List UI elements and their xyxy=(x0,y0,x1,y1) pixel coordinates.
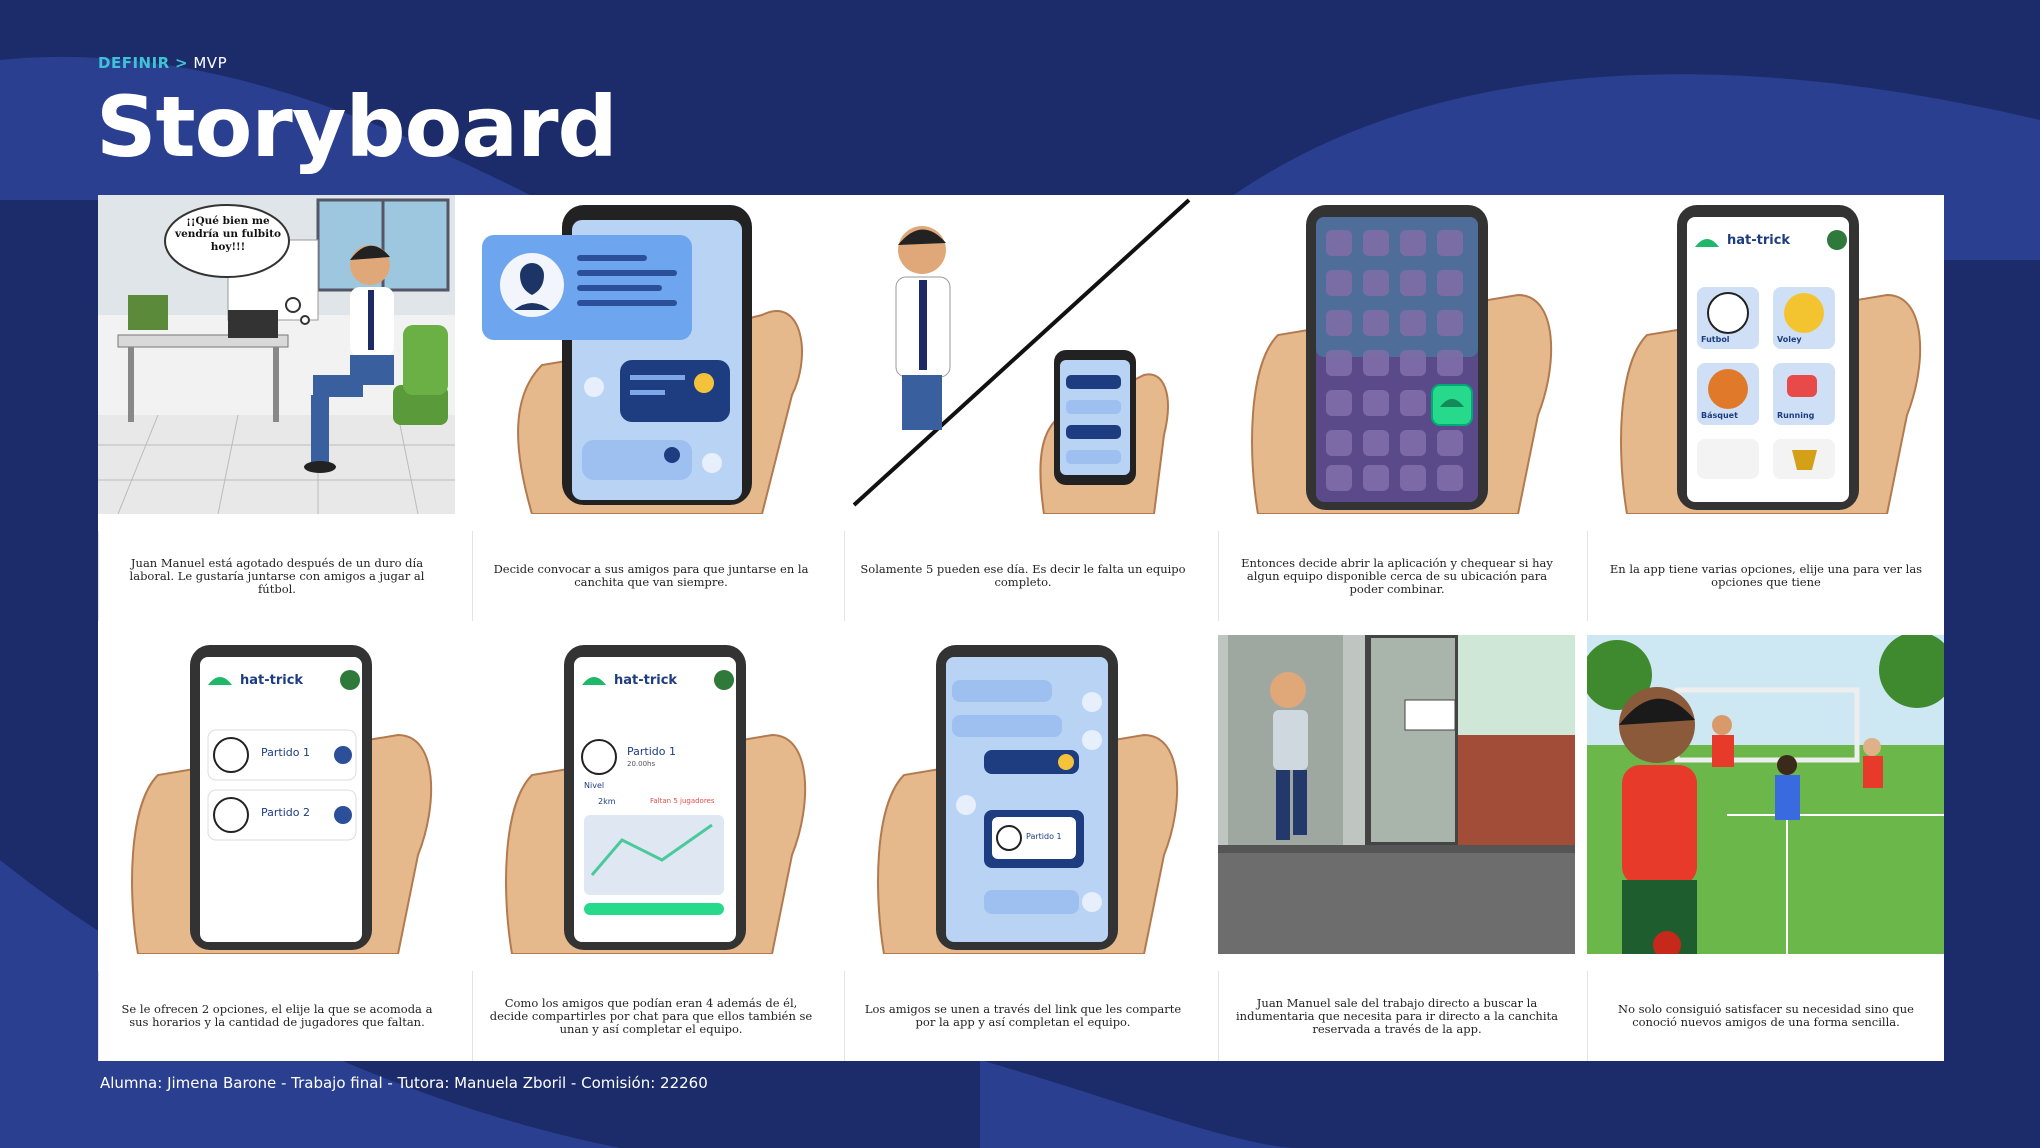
panel-2-caption-text: Decide convocar a sus amigos para que ju… xyxy=(493,562,809,589)
app-name-label: hat-trick xyxy=(1727,233,1791,248)
footer-credits: Alumna: Jimena Barone - Trabajo final - … xyxy=(100,1074,708,1092)
panel-6-caption-text: Se le ofrecen 2 opciones, el elije la qu… xyxy=(121,1002,433,1029)
panel-4-caption-text: Entonces decide abrir la aplicación y ch… xyxy=(1241,555,1553,596)
panel-10-illustration xyxy=(1587,635,1944,954)
panel-8-illustration xyxy=(844,635,1201,954)
match-option-1[interactable]: Partido 1 xyxy=(261,746,310,759)
breadcrumb-section[interactable]: DEFINIR xyxy=(98,54,170,72)
panel-3 xyxy=(844,195,1201,514)
thought-bubble-text: ¡¡Qué bien me vendría un fulbito hoy!!! xyxy=(175,215,281,253)
option-basquet[interactable]: Básquet xyxy=(1701,411,1738,420)
panel-2-illustration xyxy=(472,195,829,514)
panel-5-caption: En la app tiene varias opciones, elije u… xyxy=(1587,531,1944,621)
panel-8: Partido 1 xyxy=(844,635,1201,954)
match-title: Partido 1 xyxy=(627,745,676,758)
app-name-label: hat-trick xyxy=(240,673,304,688)
page-title: Storyboard xyxy=(96,78,618,176)
panel-4-illustration xyxy=(1218,195,1575,514)
panel-1: ¡¡Qué bien me vendría un fulbito hoy!!! xyxy=(98,195,455,514)
breadcrumb-separator: > xyxy=(175,54,189,72)
panel-10-caption-text: No solo consiguió satisfacer su necesida… xyxy=(1618,1002,1914,1029)
panel-9-caption-text: Juan Manuel sale del trabajo directo a b… xyxy=(1236,995,1558,1036)
distance-label: 2km xyxy=(598,797,616,806)
panel-5: hat-trick Futbol Voley Básquet Running xyxy=(1587,195,1944,514)
panel-7: hat-trick Partido 1 20.00hs Nivel 2km Fa… xyxy=(472,635,829,954)
panel-4-caption: Entonces decide abrir la aplicación y ch… xyxy=(1218,531,1575,621)
option-futbol[interactable]: Futbol xyxy=(1701,335,1730,344)
panel-7-caption-text: Como los amigos que podían eran 4 además… xyxy=(489,995,813,1036)
thought-bubble: ¡¡Qué bien me vendría un fulbito hoy!!! xyxy=(173,215,283,254)
panel-6-caption: Se le ofrecen 2 opciones, el elije la qu… xyxy=(98,971,455,1061)
match-time: 20.00hs xyxy=(627,760,656,768)
panel-3-caption-text: Solamente 5 pueden ese día. Es decir le … xyxy=(860,562,1186,589)
panel-3-illustration xyxy=(844,195,1201,514)
panel-2-caption: Decide convocar a sus amigos para que ju… xyxy=(472,531,829,621)
missing-players: Faltan 5 jugadores xyxy=(650,797,715,805)
breadcrumb-page: MVP xyxy=(193,54,228,72)
option-running[interactable]: Running xyxy=(1777,411,1814,420)
panel-9-illustration xyxy=(1218,635,1575,954)
panel-4 xyxy=(1218,195,1575,514)
panel-6: hat-trick Partido 1 Partido 2 xyxy=(98,635,455,954)
panel-9-caption: Juan Manuel sale del trabajo directo a b… xyxy=(1218,971,1575,1061)
storyboard-grid: ¡¡Qué bien me vendría un fulbito hoy!!! xyxy=(98,195,1944,1061)
panel-7-caption: Como los amigos que podían eran 4 además… xyxy=(472,971,829,1061)
panel-9 xyxy=(1218,635,1575,954)
panel-5-caption-text: En la app tiene varias opciones, elije u… xyxy=(1609,562,1923,589)
panel-10 xyxy=(1587,635,1944,954)
option-voley[interactable]: Voley xyxy=(1777,335,1802,344)
breadcrumb: DEFINIR > MVP xyxy=(98,54,227,72)
app-name-label: hat-trick xyxy=(614,673,678,688)
panel-2 xyxy=(472,195,829,514)
panel-1-caption: Juan Manuel está agotado después de un d… xyxy=(98,531,455,621)
panel-10-caption: No solo consiguió satisfacer su necesida… xyxy=(1587,971,1944,1061)
panel-1-caption-text: Juan Manuel está agotado después de un d… xyxy=(129,555,425,596)
match-option-2[interactable]: Partido 2 xyxy=(261,806,310,819)
panel-3-caption: Solamente 5 pueden ese día. Es decir le … xyxy=(844,531,1201,621)
level-label: Nivel xyxy=(584,781,605,790)
panel-8-caption: Los amigos se unen a través del link que… xyxy=(844,971,1201,1061)
shared-match-title[interactable]: Partido 1 xyxy=(1026,832,1062,841)
panel-8-caption-text: Los amigos se unen a través del link que… xyxy=(864,1002,1182,1029)
